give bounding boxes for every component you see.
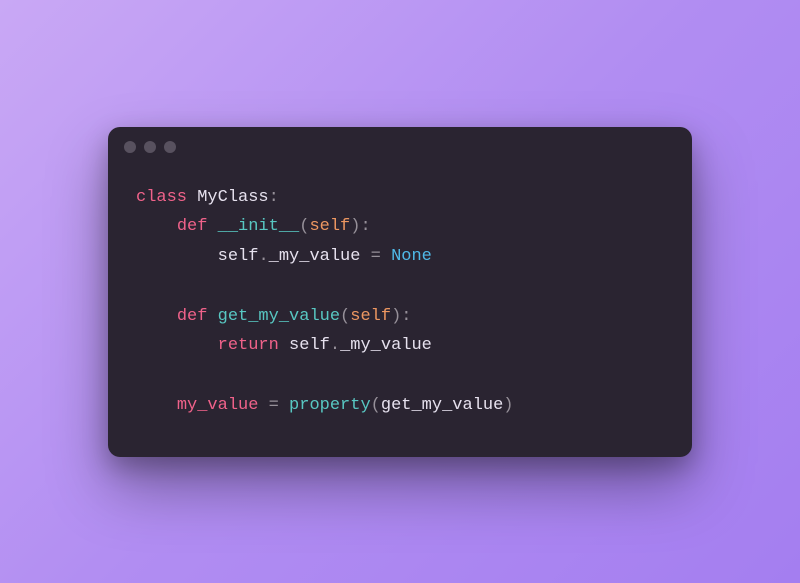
colon: : bbox=[401, 307, 411, 326]
identifier-my-value-priv: _my_value bbox=[340, 336, 432, 355]
param-self: self bbox=[309, 217, 350, 236]
traffic-light-minimize-icon[interactable] bbox=[144, 141, 156, 153]
identifier-self: self bbox=[289, 336, 330, 355]
assign: = bbox=[258, 396, 289, 415]
lparen: ( bbox=[299, 217, 309, 236]
traffic-light-close-icon[interactable] bbox=[124, 141, 136, 153]
traffic-light-zoom-icon[interactable] bbox=[164, 141, 176, 153]
rparen: ) bbox=[391, 307, 401, 326]
assign: = bbox=[360, 247, 391, 266]
keyword-class: class bbox=[136, 188, 187, 207]
class-name: MyClass bbox=[197, 188, 268, 207]
identifier-my-value-priv: _my_value bbox=[269, 247, 361, 266]
dot: . bbox=[258, 247, 268, 266]
lparen: ( bbox=[371, 396, 381, 415]
colon: : bbox=[269, 188, 279, 207]
identifier-my-value: my_value bbox=[177, 396, 259, 415]
lparen: ( bbox=[340, 307, 350, 326]
identifier-self: self bbox=[218, 247, 259, 266]
dot: . bbox=[330, 336, 340, 355]
builtin-property: property bbox=[289, 396, 371, 415]
arg-get-my-value: get_my_value bbox=[381, 396, 503, 415]
function-get-my-value: get_my_value bbox=[218, 307, 340, 326]
none-literal: None bbox=[391, 247, 432, 266]
function-init: __init__ bbox=[218, 217, 300, 236]
rparen: ) bbox=[350, 217, 360, 236]
keyword-def: def bbox=[177, 307, 208, 326]
keyword-return: return bbox=[218, 336, 279, 355]
code-window: class MyClass: def __init__(self): self.… bbox=[108, 127, 692, 457]
keyword-def: def bbox=[177, 217, 208, 236]
param-self: self bbox=[350, 307, 391, 326]
rparen: ) bbox=[503, 396, 513, 415]
window-titlebar bbox=[108, 127, 692, 167]
code-block: class MyClass: def __init__(self): self.… bbox=[108, 167, 692, 457]
colon: : bbox=[360, 217, 370, 236]
